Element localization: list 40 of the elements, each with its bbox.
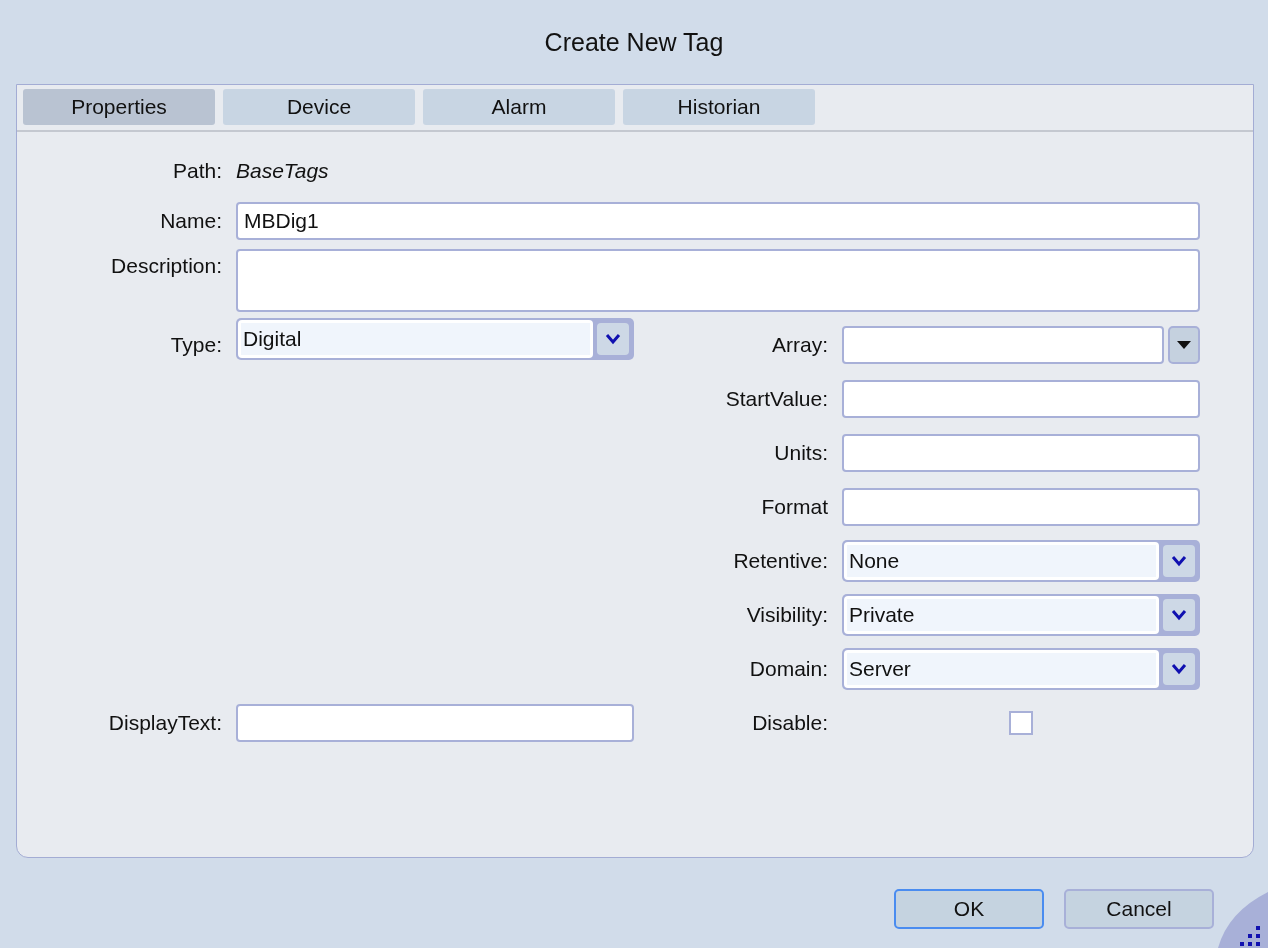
display-text-input[interactable] xyxy=(236,704,634,742)
field-label: Domain: xyxy=(749,657,828,681)
field-label: Name: xyxy=(160,209,222,233)
field-label: Disable: xyxy=(752,711,828,735)
dropdown[interactable]: None xyxy=(842,540,1200,582)
chevron-down-icon xyxy=(605,333,621,345)
field-label: DisplayText: xyxy=(108,711,222,735)
chevron-down-icon xyxy=(1171,555,1187,567)
field-label: Array: xyxy=(772,333,828,357)
description-input[interactable] xyxy=(236,249,1200,312)
tab[interactable]: Properties xyxy=(23,89,215,125)
field-label: StartValue: xyxy=(725,387,828,411)
resize-grip-icon[interactable] xyxy=(1218,892,1268,948)
tab[interactable]: Alarm xyxy=(423,89,615,125)
field-label: Retentive: xyxy=(733,549,828,573)
dropdown[interactable]: Digital xyxy=(236,318,634,360)
field-label: Path: xyxy=(172,158,222,184)
chevron-down-icon xyxy=(1171,609,1187,621)
tab[interactable]: Historian xyxy=(623,89,815,125)
field-label: Units: xyxy=(774,441,828,465)
text-input[interactable] xyxy=(842,488,1200,526)
tab[interactable]: Device xyxy=(223,89,415,125)
dropdown[interactable]: Server xyxy=(842,648,1200,690)
path-value: BaseTags xyxy=(236,159,330,183)
text-input[interactable] xyxy=(842,380,1200,418)
field-label: Visibility: xyxy=(746,603,828,627)
dialog-button[interactable]: Cancel xyxy=(1064,889,1214,929)
dropdown-button[interactable] xyxy=(1168,326,1200,364)
name-input[interactable]: MBDig1 xyxy=(236,202,1200,240)
checkbox[interactable] xyxy=(1009,711,1033,735)
field-label: Format xyxy=(761,495,828,519)
array-input[interactable] xyxy=(842,326,1165,364)
text-input[interactable] xyxy=(842,434,1200,472)
dropdown[interactable]: Private xyxy=(842,594,1200,636)
field-label: Description: xyxy=(111,254,222,278)
field-label: Type: xyxy=(170,333,222,357)
chevron-down-icon xyxy=(1171,663,1187,675)
dialog-button[interactable]: OK xyxy=(894,889,1044,929)
window-title: Create New Tag xyxy=(544,27,724,57)
caret-down-icon xyxy=(1177,341,1192,349)
